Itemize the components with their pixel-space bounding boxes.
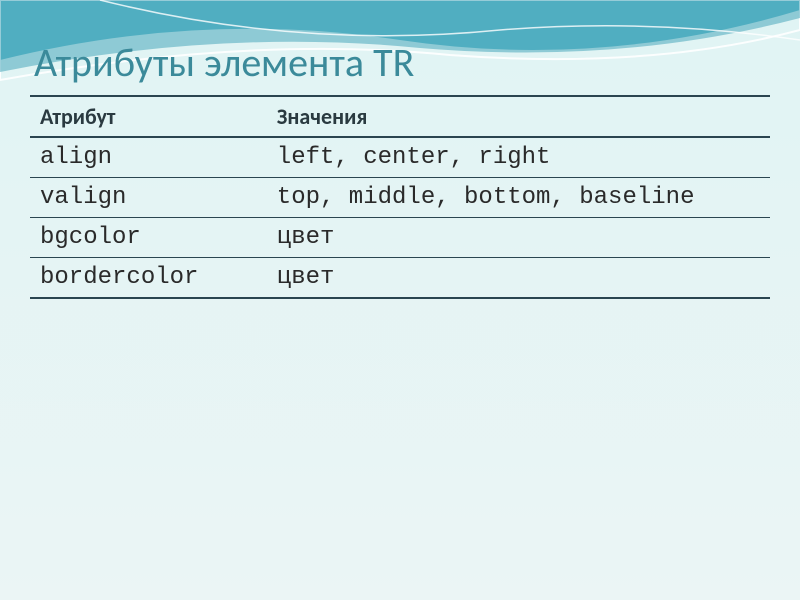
table-row: valign top, middle, bottom, baseline bbox=[30, 178, 770, 218]
cell-attr: bordercolor bbox=[30, 258, 267, 299]
table-row: bordercolor цвет bbox=[30, 258, 770, 299]
cell-attr: bgcolor bbox=[30, 218, 267, 258]
table-row: align left, center, right bbox=[30, 137, 770, 178]
cell-values: цвет bbox=[267, 258, 770, 299]
header-values: Значения bbox=[267, 96, 770, 137]
cell-values: top, middle, bottom, baseline bbox=[267, 178, 770, 218]
header-attribute: Атрибут bbox=[30, 96, 267, 137]
attributes-table: Атрибут Значения align left, center, rig… bbox=[30, 95, 770, 299]
cell-values: цвет bbox=[267, 218, 770, 258]
table-header-row: Атрибут Значения bbox=[30, 96, 770, 137]
page-title: Атрибуты элемента TR bbox=[34, 38, 770, 87]
cell-attr: valign bbox=[30, 178, 267, 218]
cell-values: left, center, right bbox=[267, 137, 770, 178]
table-row: bgcolor цвет bbox=[30, 218, 770, 258]
cell-attr: align bbox=[30, 137, 267, 178]
